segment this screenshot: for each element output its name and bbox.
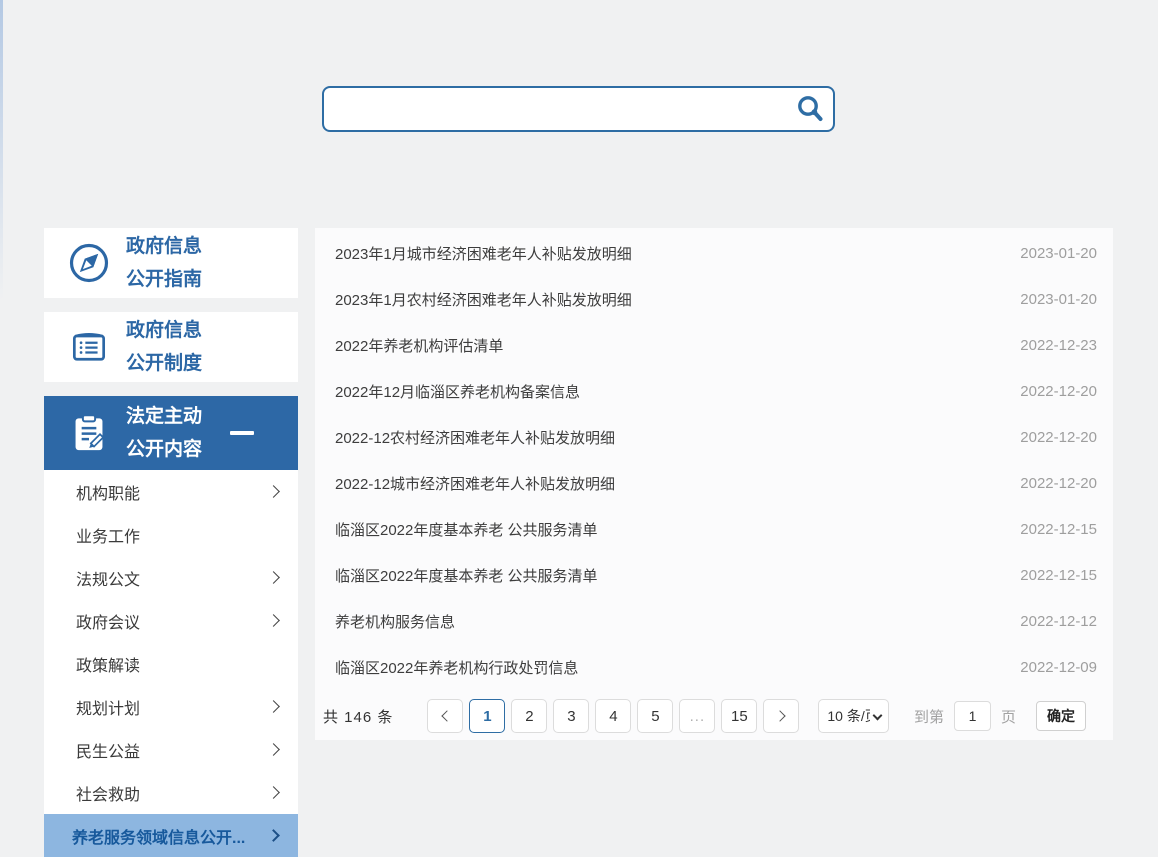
submenu-item-label: 民生公益 — [76, 738, 140, 762]
page-number-button[interactable]: 5 — [637, 699, 673, 733]
submenu-item-label: 政府会议 — [76, 609, 140, 633]
chevron-right-icon — [267, 786, 280, 799]
chevron-right-icon — [267, 829, 280, 842]
document-list: 2023年1月城市经济困难老年人补贴发放明细2023-01-202023年1月农… — [315, 228, 1113, 690]
chevron-right-icon — [267, 485, 280, 498]
jump-prefix-label: 到第 — [914, 706, 944, 727]
document-title-link[interactable]: 临淄区2022年度基本养老 公共服务清单 — [335, 565, 598, 586]
sidebar-submenu-item[interactable]: 社会救助 — [44, 771, 298, 814]
document-list-item[interactable]: 2022年养老机构评估清单 2022-12-23 — [315, 322, 1113, 368]
document-date: 2022-12-20 — [1020, 383, 1097, 400]
document-title-link[interactable]: 2022-12农村经济困难老年人补贴发放明细 — [335, 427, 615, 448]
submenu-item-label: 社会救助 — [76, 781, 140, 805]
submenu-item-label: 法规公文 — [76, 566, 140, 590]
page-left-accent-strip — [0, 0, 3, 430]
chevron-right-icon — [267, 743, 280, 756]
pagination-ellipsis[interactable]: ... — [679, 699, 715, 733]
sidebar-item-label: 法定主动 公开内容 — [126, 400, 202, 466]
document-date: 2022-12-12 — [1020, 613, 1097, 630]
document-title-link[interactable]: 2023年1月农村经济困难老年人补贴发放明细 — [335, 289, 632, 310]
sidebar-item-statutory-disclosure[interactable]: 法定主动 公开内容 — [44, 396, 298, 470]
document-title-link[interactable]: 2023年1月城市经济困难老年人补贴发放明细 — [335, 243, 632, 264]
search-bar — [322, 86, 835, 132]
document-title-link[interactable]: 2022-12城市经济困难老年人补贴发放明细 — [335, 473, 615, 494]
page-number-button[interactable]: 1 — [469, 699, 505, 733]
submenu-item-label: 规划计划 — [76, 695, 140, 719]
sidebar-item-label: 政府信息 公开指南 — [126, 230, 202, 296]
pagination-bar: 共 146 条 12345...15 10 条/页 到第 页 确定 — [315, 692, 1113, 740]
sidebar-item-label: 政府信息 公开制度 — [126, 314, 202, 380]
sidebar-item-open-guide[interactable]: 政府信息 公开指南 — [44, 228, 298, 298]
page-number-button[interactable]: 4 — [595, 699, 631, 733]
compass-icon — [66, 240, 112, 286]
submenu-item-label: 业务工作 — [76, 523, 140, 547]
chevron-right-icon — [774, 710, 785, 721]
document-date: 2022-12-20 — [1020, 475, 1097, 492]
search-input[interactable] — [324, 88, 787, 130]
sidebar-submenu-item[interactable]: 机构职能 — [44, 470, 298, 513]
document-list-item[interactable]: 2022-12城市经济困难老年人补贴发放明细 2022-12-20 — [315, 460, 1113, 506]
submenu-item-label: 养老服务领域信息公开... — [72, 824, 245, 848]
confirm-button[interactable]: 确定 — [1036, 701, 1086, 731]
document-list-item[interactable]: 2023年1月城市经济困难老年人补贴发放明细 2023-01-20 — [315, 230, 1113, 276]
next-page-button[interactable] — [763, 699, 799, 733]
document-list-item[interactable]: 2022年12月临淄区养老机构备案信息 2022-12-20 — [315, 368, 1113, 414]
document-date: 2022-12-20 — [1020, 429, 1097, 446]
document-title-link[interactable]: 临淄区2022年养老机构行政处罚信息 — [335, 657, 578, 678]
document-list-item[interactable]: 临淄区2022年养老机构行政处罚信息 2022-12-09 — [315, 644, 1113, 690]
ledger-icon — [66, 324, 112, 370]
sidebar-submenu-item[interactable]: 养老服务领域信息公开... — [44, 814, 298, 857]
document-date: 2023-01-20 — [1020, 291, 1097, 308]
search-icon — [795, 94, 825, 124]
chevron-right-icon — [267, 700, 280, 713]
sidebar-item-open-rules[interactable]: 政府信息 公开制度 — [44, 312, 298, 382]
collapse-minus-icon — [230, 431, 254, 435]
document-title-link[interactable]: 2022年养老机构评估清单 — [335, 335, 503, 356]
document-list-item[interactable]: 临淄区2022年度基本养老 公共服务清单 2022-12-15 — [315, 552, 1113, 598]
pagination-pages: 12345...15 — [427, 699, 799, 733]
sidebar-submenu-item[interactable]: 业务工作 — [44, 513, 298, 556]
chevron-right-icon — [267, 571, 280, 584]
document-list-item[interactable]: 2023年1月农村经济困难老年人补贴发放明细 2023-01-20 — [315, 276, 1113, 322]
submenu-item-label: 机构职能 — [76, 480, 140, 504]
page-size-select-wrap: 10 条/页 — [818, 699, 889, 733]
document-date: 2023-01-20 — [1020, 245, 1097, 262]
sidebar-submenu-item[interactable]: 法规公文 — [44, 556, 298, 599]
page-size-select[interactable]: 10 条/页 — [818, 699, 889, 733]
sidebar-submenu-item[interactable]: 政策解读 — [44, 642, 298, 685]
prev-page-button[interactable] — [427, 699, 463, 733]
document-date: 2022-12-23 — [1020, 337, 1097, 354]
page-number-button[interactable]: 3 — [553, 699, 589, 733]
document-title-link[interactable]: 2022年12月临淄区养老机构备案信息 — [335, 381, 580, 402]
document-title-link[interactable]: 临淄区2022年度基本养老 公共服务清单 — [335, 519, 598, 540]
clipboard-pen-icon — [66, 410, 112, 456]
page-number-button[interactable]: 2 — [511, 699, 547, 733]
page-jump-group: 到第 页 确定 — [914, 701, 1086, 731]
document-date: 2022-12-09 — [1020, 659, 1097, 676]
total-count-label: 共 146 条 — [323, 706, 393, 727]
chevron-right-icon — [267, 614, 280, 627]
sidebar-submenu-item[interactable]: 政府会议 — [44, 599, 298, 642]
document-date: 2022-12-15 — [1020, 521, 1097, 538]
document-list-item[interactable]: 临淄区2022年度基本养老 公共服务清单 2022-12-15 — [315, 506, 1113, 552]
document-list-item[interactable]: 养老机构服务信息 2022-12-12 — [315, 598, 1113, 644]
jump-page-input[interactable] — [954, 701, 991, 731]
sidebar-submenu: 机构职能业务工作法规公文政府会议政策解读规划计划民生公益社会救助养老服务领域信息… — [44, 470, 298, 854]
document-title-link[interactable]: 养老机构服务信息 — [335, 611, 455, 632]
page-number-buttons: 12345...15 — [469, 699, 757, 733]
jump-suffix-label: 页 — [1001, 706, 1016, 727]
document-list-item[interactable]: 2022-12农村经济困难老年人补贴发放明细 2022-12-20 — [315, 414, 1113, 460]
document-date: 2022-12-15 — [1020, 567, 1097, 584]
document-panel: 2023年1月城市经济困难老年人补贴发放明细2023-01-202023年1月农… — [315, 228, 1113, 740]
sidebar-submenu-item[interactable]: 民生公益 — [44, 728, 298, 771]
chevron-left-icon — [441, 710, 452, 721]
page-number-button[interactable]: 15 — [721, 699, 757, 733]
sidebar-submenu-item[interactable]: 规划计划 — [44, 685, 298, 728]
submenu-item-label: 政策解读 — [76, 652, 140, 676]
search-button[interactable] — [787, 88, 833, 130]
